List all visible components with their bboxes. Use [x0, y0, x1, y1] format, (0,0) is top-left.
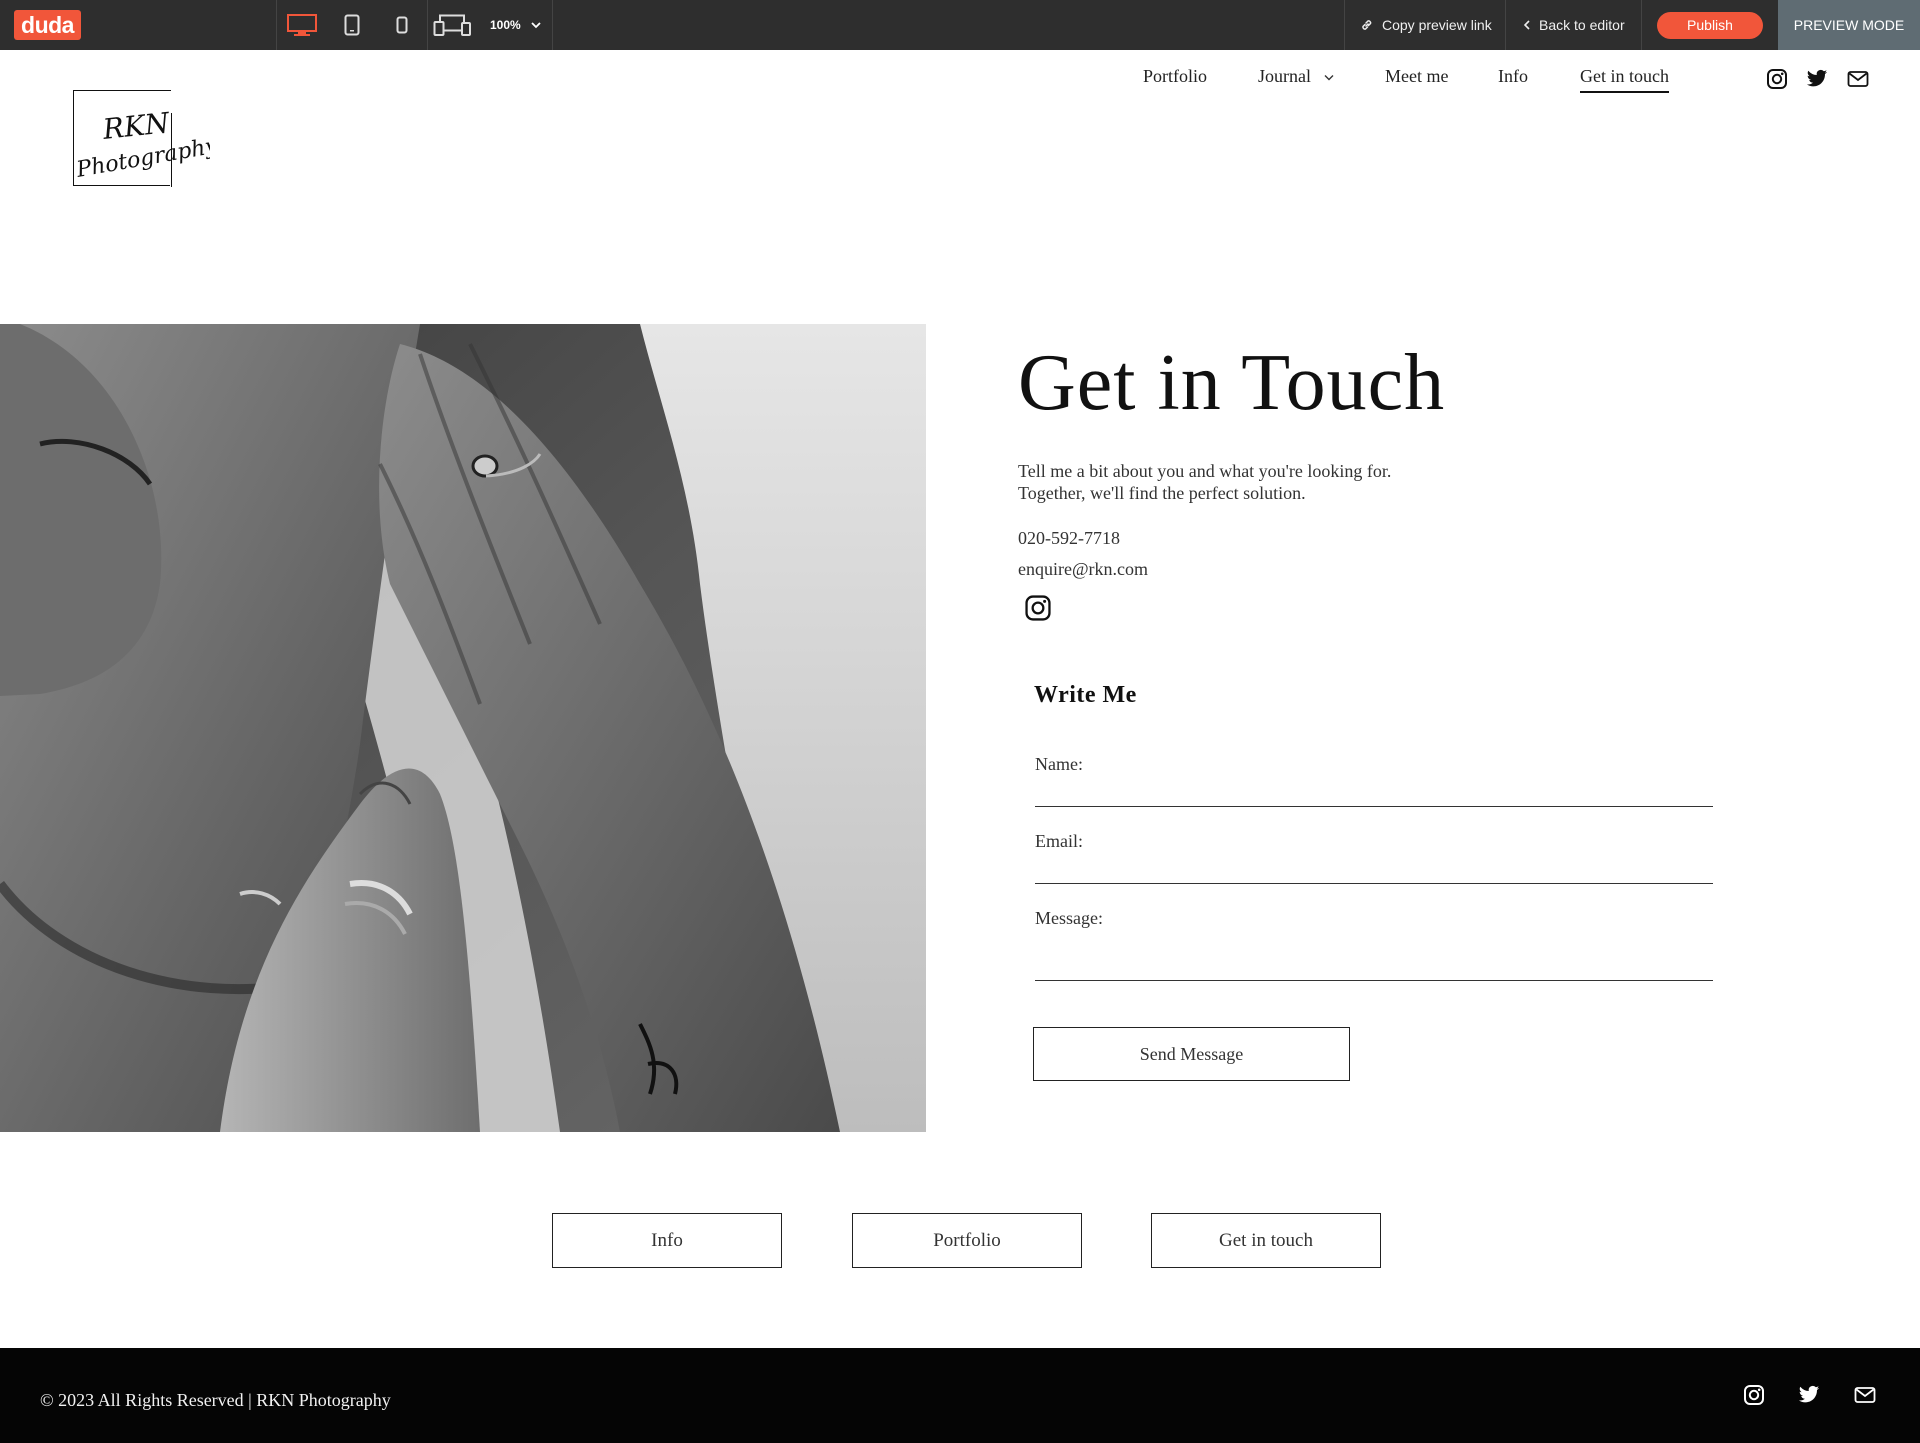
twitter-icon	[1798, 1385, 1820, 1403]
contact-instagram-link[interactable]	[1024, 594, 1052, 627]
phone-link[interactable]: 020-592-7718	[1018, 528, 1120, 549]
intro-line: Tell me a bit about you and what you're …	[1018, 461, 1392, 481]
instagram-icon	[1767, 69, 1787, 89]
toolbar-divider	[427, 0, 428, 50]
info-button[interactable]: Info	[552, 1213, 782, 1268]
site-footer: © 2023 All Rights Reserved | RKN Photogr…	[0, 1348, 1920, 1443]
mobile-icon	[396, 16, 408, 34]
header-email-link[interactable]	[1845, 66, 1871, 92]
nav-item-portfolio[interactable]: Portfolio	[1143, 66, 1207, 87]
tablet-view-button[interactable]	[332, 0, 372, 50]
nav-item-meet-me[interactable]: Meet me	[1385, 66, 1448, 87]
intro-line: Together, we'll find the perfect solutio…	[1018, 483, 1306, 503]
copyright-text: © 2023 All Rights Reserved | RKN Photogr…	[40, 1390, 391, 1410]
tablet-icon	[344, 14, 360, 36]
back-to-editor-button[interactable]: Back to editor	[1523, 0, 1625, 50]
footer-instagram-link[interactable]	[1741, 1382, 1767, 1408]
email-link[interactable]: enquire@rkn.com	[1018, 559, 1148, 580]
mail-icon	[1847, 71, 1869, 87]
footer-twitter-link[interactable]	[1796, 1382, 1822, 1408]
nav-item-get-in-touch[interactable]: Get in touch	[1580, 66, 1669, 93]
hero-photo	[0, 324, 926, 1132]
instagram-icon	[1025, 595, 1051, 621]
page-title: Get in Touch	[1018, 339, 1446, 427]
all-devices-view-button[interactable]	[432, 0, 472, 50]
message-label: Message:	[1035, 908, 1103, 928]
chevron-down-icon	[531, 22, 541, 29]
email-field[interactable]	[1035, 853, 1713, 883]
logo-signature: RKN Photography	[74, 106, 210, 183]
email-label: Email:	[1035, 831, 1083, 851]
desktop-icon	[287, 14, 317, 36]
form-title: Write Me	[1034, 682, 1137, 708]
multi-device-icon	[433, 14, 471, 36]
site-logo[interactable]: RKN Photography	[73, 90, 210, 187]
mail-icon	[1854, 1387, 1876, 1403]
editor-toolbar: duda 100% Copy preview link Back to edit…	[0, 0, 1920, 50]
get-in-touch-button[interactable]: Get in touch	[1151, 1213, 1381, 1268]
desktop-view-button[interactable]	[282, 0, 322, 50]
nav-item-label: Journal	[1258, 66, 1311, 86]
nav-item-info[interactable]: Info	[1498, 66, 1528, 87]
preview-mode-indicator: PREVIEW MODE	[1778, 0, 1920, 50]
duda-logo: duda	[14, 10, 81, 40]
name-field[interactable]	[1035, 776, 1713, 806]
footer-email-link[interactable]	[1852, 1382, 1878, 1408]
zoom-value: 100%	[490, 18, 521, 32]
chevron-left-icon	[1523, 20, 1530, 30]
chevron-down-icon	[1324, 75, 1333, 81]
toolbar-divider	[1344, 0, 1345, 50]
email-underline	[1035, 883, 1713, 884]
back-to-editor-label: Back to editor	[1539, 17, 1625, 33]
toolbar-divider	[1505, 0, 1506, 50]
instagram-icon	[1744, 1385, 1764, 1405]
copy-preview-link-label: Copy preview link	[1382, 17, 1492, 33]
mobile-view-button[interactable]	[382, 0, 422, 50]
intro-text: Tell me a bit about you and what you're …	[1018, 460, 1538, 504]
name-label: Name:	[1035, 754, 1083, 774]
toolbar-divider	[552, 0, 553, 50]
toolbar-divider	[276, 0, 277, 50]
copy-preview-link-button[interactable]: Copy preview link	[1360, 0, 1492, 50]
link-icon	[1362, 20, 1372, 30]
zoom-select[interactable]: 100%	[490, 0, 541, 50]
header-instagram-link[interactable]	[1764, 66, 1790, 92]
publish-button[interactable]: Publish	[1657, 12, 1763, 39]
send-message-button[interactable]: Send Message	[1033, 1027, 1350, 1081]
toolbar-divider	[1641, 0, 1642, 50]
name-underline	[1035, 806, 1713, 807]
twitter-icon	[1806, 69, 1828, 87]
logo-line1: RKN	[100, 106, 172, 146]
message-field[interactable]	[1035, 932, 1713, 980]
header-twitter-link[interactable]	[1804, 66, 1830, 92]
nav-item-journal[interactable]: Journal	[1258, 66, 1334, 87]
message-underline	[1035, 980, 1713, 981]
portfolio-button[interactable]: Portfolio	[852, 1213, 1082, 1268]
